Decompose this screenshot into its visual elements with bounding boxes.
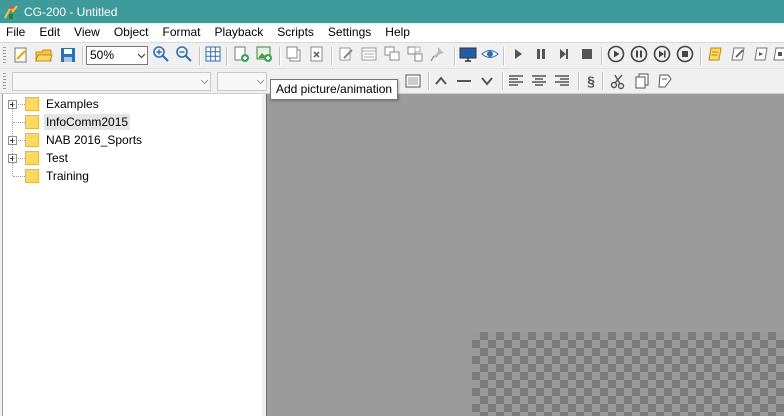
menu-settings[interactable]: Settings (321, 23, 378, 42)
stop-icon[interactable] (577, 44, 597, 64)
transparent-canvas-preview[interactable] (472, 332, 784, 416)
align-center-icon[interactable] (529, 71, 549, 91)
add-page-icon[interactable] (231, 44, 251, 64)
toolbar-separator (199, 47, 201, 65)
font-size-select[interactable] (217, 72, 267, 91)
toolbar-separator (578, 72, 580, 90)
tree-connector (13, 122, 25, 123)
toolbar-separator (503, 47, 505, 65)
toolbar-separator (279, 47, 281, 65)
app-logo-icon (4, 4, 18, 19)
folder-icon (25, 133, 39, 147)
section-symbol-button[interactable]: § (581, 71, 601, 91)
align-right-icon[interactable] (552, 71, 572, 91)
pin-icon[interactable] (428, 44, 448, 64)
menu-format[interactable]: Format (156, 23, 208, 42)
line-icon[interactable] (454, 71, 474, 91)
tree-item-nab-2016-sports[interactable]: NAB 2016_Sports (0, 131, 250, 149)
script-edit-icon[interactable] (728, 44, 748, 64)
menu-playback[interactable]: Playback (208, 23, 271, 42)
new-document-icon[interactable] (11, 45, 31, 65)
tree-connector (13, 104, 25, 105)
toolbar-separator (82, 47, 84, 65)
menu-view[interactable]: View (67, 23, 107, 42)
copy-icon[interactable] (632, 71, 652, 91)
toolbar-separator (331, 47, 333, 65)
play-all-icon[interactable] (606, 44, 626, 64)
font-family-select[interactable] (12, 72, 211, 91)
tree-item-label: InfoComm2015 (44, 114, 131, 130)
toolbar-separator (601, 47, 603, 65)
toolbar-separator (502, 72, 504, 90)
next-all-icon[interactable] (652, 44, 672, 64)
folder-icon (25, 97, 39, 111)
tooltip: Add picture/animation (270, 79, 399, 100)
menu-bar: File Edit View Object Format Playback Sc… (0, 23, 784, 42)
zoom-select[interactable]: 50% (86, 46, 148, 65)
tree-connector (13, 158, 25, 159)
pause-icon[interactable] (531, 44, 551, 64)
toolbar-separator (454, 47, 456, 65)
zoom-value: 50% (90, 48, 115, 62)
tree-item-label: Examples (46, 97, 99, 111)
edit-icon[interactable] (336, 44, 356, 64)
menu-help[interactable]: Help (378, 23, 417, 42)
tree-item-examples[interactable]: Examples (0, 95, 250, 113)
toolbar-separator (428, 72, 430, 90)
chevron-down-icon (138, 53, 145, 59)
chevron-down-icon (257, 79, 264, 85)
delete-page-icon[interactable] (307, 44, 327, 64)
toolbar-separator (700, 47, 702, 65)
tree-item-label: Test (46, 151, 69, 165)
window-title: CG-200 - Untitled (24, 4, 118, 19)
title-bar: CG-200 - Untitled (0, 0, 784, 23)
tree-item-test[interactable]: Test (0, 149, 250, 167)
move-up-icon[interactable] (431, 71, 451, 91)
tree-item-infocomm2015[interactable]: InfoComm2015 (0, 113, 250, 131)
pause-all-icon[interactable] (629, 44, 649, 64)
script-run-icon[interactable] (751, 44, 771, 64)
preview-eye-icon[interactable] (480, 44, 500, 64)
script-icon[interactable] (705, 44, 725, 64)
folder-icon (25, 115, 39, 129)
stop-all-icon[interactable] (675, 44, 695, 64)
folder-icon (25, 151, 39, 165)
menu-object[interactable]: Object (107, 23, 156, 42)
monitor-icon[interactable] (458, 44, 478, 64)
picture-frame-icon[interactable] (403, 71, 423, 91)
zoom-out-icon[interactable] (174, 44, 194, 64)
tree-connector (13, 140, 25, 141)
toolbar-grip[interactable] (3, 73, 6, 89)
tree-item-label: NAB 2016_Sports (46, 133, 143, 147)
toolbar-grip[interactable] (3, 47, 6, 63)
scissors-icon[interactable] (608, 71, 628, 91)
toolbar-separator (602, 72, 604, 90)
properties-icon[interactable] (359, 44, 379, 64)
copy-page-icon[interactable] (284, 44, 304, 64)
paste-icon[interactable] (655, 71, 675, 91)
ungroup-icon[interactable] (405, 44, 425, 64)
grid-icon[interactable] (203, 44, 223, 64)
script-stop-icon[interactable] (770, 44, 784, 64)
move-down-icon[interactable] (477, 71, 497, 91)
folder-icon (25, 169, 39, 183)
tree-item-training[interactable]: Training (0, 167, 250, 185)
save-icon[interactable] (58, 45, 78, 65)
group-icon[interactable] (382, 44, 402, 64)
chevron-down-icon (201, 79, 208, 85)
tree-connector (13, 176, 25, 177)
menu-scripts[interactable]: Scripts (270, 23, 321, 42)
menu-edit[interactable]: Edit (32, 23, 67, 42)
play-icon[interactable] (508, 44, 528, 64)
toolbar-separator (226, 47, 228, 65)
add-picture-icon[interactable] (254, 44, 274, 64)
step-icon[interactable] (554, 44, 574, 64)
tree-item-label: Training (46, 169, 89, 183)
open-folder-icon[interactable] (34, 45, 54, 65)
align-left-icon[interactable] (506, 71, 526, 91)
zoom-in-icon[interactable] (151, 44, 171, 64)
menu-file[interactable]: File (0, 23, 32, 42)
